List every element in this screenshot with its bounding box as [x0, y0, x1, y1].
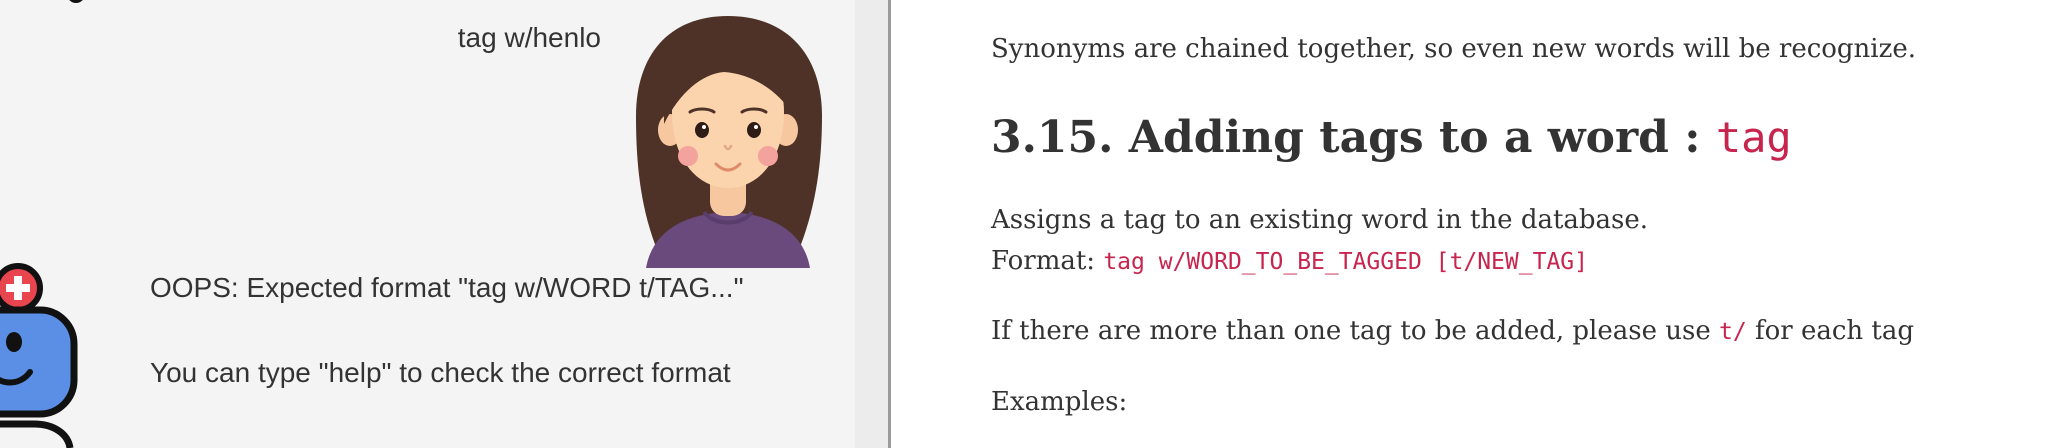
robot-arm-icon: [69, 0, 83, 3]
robot-avatar-icon: [0, 263, 78, 448]
format-code: tag w/WORD_TO_BE_TAGGED [t/NEW_TAG]: [1103, 249, 1588, 275]
multiple-tags-prefix: If there are more than one tag to be add…: [991, 316, 1719, 346]
girl-avatar-icon: [636, 16, 822, 268]
bot-help-hint: You can type "help" to check the correct…: [150, 357, 731, 388]
section-heading-text: 3.15. Adding tags to a word :: [991, 112, 1716, 163]
bot-error-message: OOPS: Expected format "tag w/WORD t/TAG.…: [150, 272, 744, 303]
format-label: Format:: [991, 246, 1104, 276]
multiple-tags-paragraph: If there are more than one tag to be add…: [991, 316, 1914, 346]
app-window: tag w/henlo OOPS: Expected format "tag w…: [0, 0, 2047, 448]
chat-scrollbar[interactable]: [855, 0, 888, 448]
format-line: Format: tag w/WORD_TO_BE_TAGGED [t/NEW_T…: [991, 246, 1588, 276]
multiple-tags-code: t/: [1719, 319, 1747, 345]
user-message: tag w/henlo: [457, 22, 601, 53]
examples-label: Examples:: [991, 387, 1128, 417]
multiple-tags-suffix: for each tag: [1746, 316, 1914, 346]
section-heading-code: tag: [1715, 113, 1792, 162]
description-paragraph: Assigns a tag to an existing word in the…: [991, 205, 1649, 235]
section-heading: 3.15. Adding tags to a word : tag: [991, 112, 1792, 163]
synonyms-paragraph: Synonyms are chained together, so even n…: [991, 34, 1916, 64]
chat-pane[interactable]: tag w/henlo OOPS: Expected format "tag w…: [0, 0, 855, 448]
doc-pane[interactable]: Synonyms are chained together, so even n…: [891, 0, 2047, 448]
